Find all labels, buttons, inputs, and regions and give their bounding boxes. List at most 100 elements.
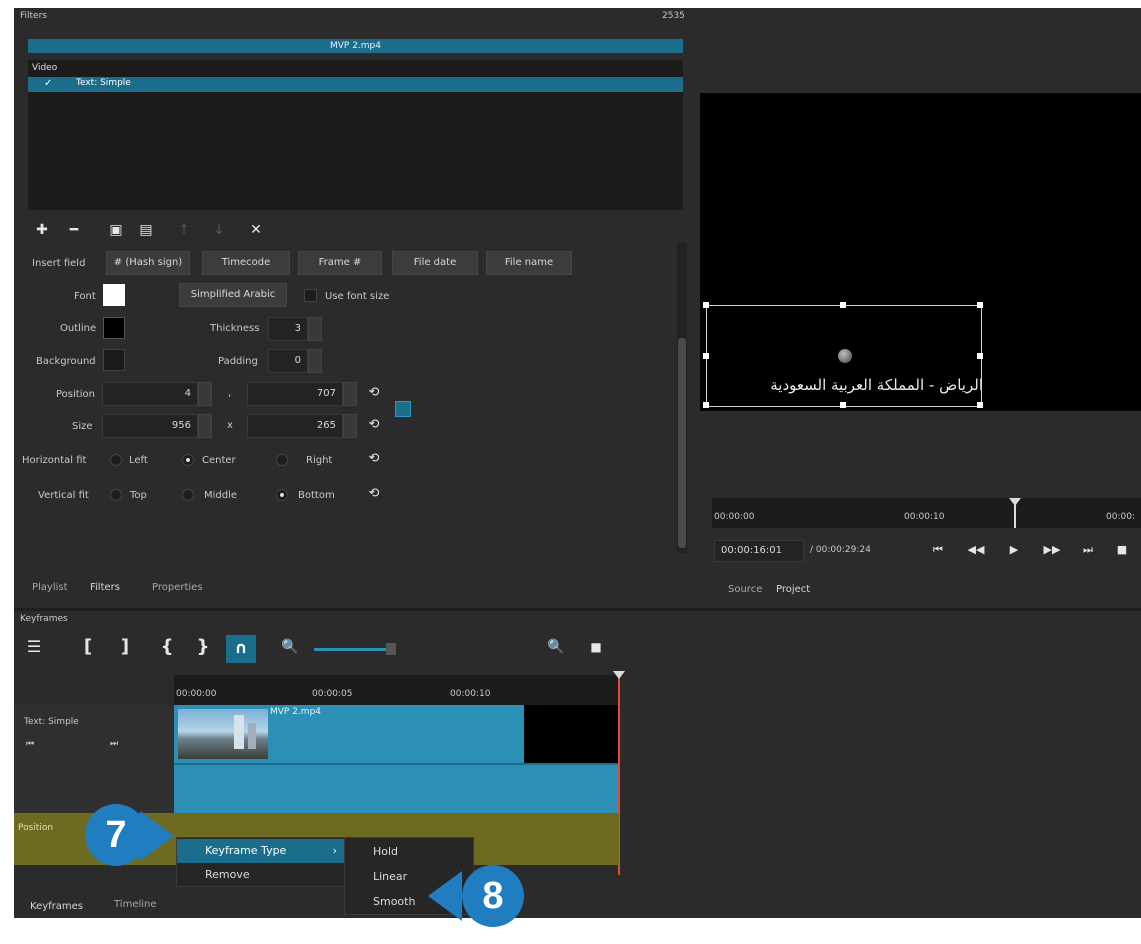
position-reset-icon[interactable]: ⟲ (366, 385, 382, 401)
zoom-in-icon[interactable]: 🔍 (546, 637, 566, 657)
padding-spinner[interactable] (308, 349, 322, 373)
current-time-field[interactable]: 00:00:16:01 (714, 540, 804, 562)
h-left-radio[interactable] (110, 454, 122, 466)
zoom-slider[interactable] (314, 648, 394, 651)
filter-in-icon[interactable]: { (157, 637, 177, 657)
filter-item-text-simple[interactable]: ✓ Text: Simple (28, 77, 683, 92)
keyframes-title: Keyframes (20, 614, 68, 624)
filters-scrollbar[interactable] (677, 243, 687, 553)
use-font-size-checkbox[interactable] (304, 289, 317, 302)
handle-bl[interactable] (703, 402, 709, 408)
video-preview[interactable]: الرياض - المملكة العربية السعودية (700, 93, 1141, 411)
position-x-spinner[interactable] (198, 382, 212, 406)
skip-end-icon[interactable]: ⏭ (1078, 540, 1098, 560)
handle-ml[interactable] (703, 353, 709, 359)
menu-remove[interactable]: Remove (177, 863, 345, 887)
keyframes-ruler[interactable]: 00:00:00 00:00:05 00:00:10 (174, 675, 619, 705)
filters-scrollbar-thumb[interactable] (678, 338, 686, 548)
v-middle-radio[interactable] (182, 489, 194, 501)
size-h-input[interactable]: 265 (247, 414, 343, 438)
filter-enable-checkbox[interactable]: ✓ (44, 78, 52, 89)
tab-keyframes[interactable]: Keyframes (30, 901, 83, 912)
menu-keyframe-type[interactable]: Keyframe Type › (177, 839, 345, 863)
rewind-icon[interactable]: ◀◀ (966, 540, 986, 560)
v-top-radio[interactable] (110, 489, 122, 501)
move-down-icon[interactable]: ↓ (209, 220, 229, 240)
player-ruler-label-0: 00:00:00 (714, 512, 755, 522)
font-button[interactable]: Simplified Arabic (179, 283, 287, 307)
insert-frame-button[interactable]: Frame # (298, 251, 382, 275)
skip-start-icon[interactable]: ⏮ (928, 540, 948, 560)
menu-icon[interactable]: ☰ (24, 637, 44, 657)
tab-project[interactable]: Project (776, 584, 810, 595)
thickness-input[interactable]: 3 (268, 317, 308, 341)
callout-7: 7 (85, 804, 147, 866)
use-font-size-label: Use font size (325, 291, 390, 302)
h-center-radio[interactable] (182, 454, 194, 466)
aspect-lock-icon[interactable] (395, 401, 411, 417)
size-reset-icon[interactable]: ⟲ (366, 417, 382, 433)
play-icon[interactable]: ▶ (1004, 540, 1024, 560)
h-right-radio[interactable] (276, 454, 288, 466)
snap-magnet-icon[interactable]: ∩ (226, 635, 256, 663)
filters-title: Filters (20, 11, 47, 21)
player-playhead-marker[interactable] (1009, 498, 1021, 506)
insert-timecode-button[interactable]: Timecode (202, 251, 290, 275)
center-handle-icon[interactable] (838, 349, 852, 363)
fast-forward-icon[interactable]: ▶▶ (1042, 540, 1062, 560)
size-h-spinner[interactable] (343, 414, 357, 438)
position-x-input[interactable]: 4 (102, 382, 198, 406)
insert-hash-button[interactable]: # (Hash sign) (106, 251, 190, 275)
handle-br[interactable] (977, 402, 983, 408)
paste-filter-icon[interactable]: ▤ (136, 220, 156, 240)
prev-keyframe-icon[interactable]: ⏮ (26, 739, 34, 749)
h-center-label: Center (202, 455, 236, 466)
tab-playlist[interactable]: Playlist (32, 582, 68, 593)
h-fit-reset-icon[interactable]: ⟲ (366, 451, 382, 467)
deselect-icon[interactable]: ✕ (246, 220, 266, 240)
v-bottom-radio[interactable] (276, 489, 288, 501)
player-ruler[interactable]: 00:00:00 00:00:10 00:00: (712, 498, 1141, 528)
move-up-icon[interactable]: ↑ (174, 220, 194, 240)
submenu-hold[interactable]: Hold (345, 840, 473, 864)
handle-mr[interactable] (977, 353, 983, 359)
handle-tl[interactable] (703, 302, 709, 308)
remove-filter-icon[interactable]: ━ (64, 220, 84, 240)
add-filter-icon[interactable]: ✚ (32, 220, 52, 240)
filter-out-icon[interactable]: } (193, 637, 213, 657)
kf-playhead-marker[interactable] (613, 671, 625, 679)
padding-input[interactable]: 0 (268, 349, 308, 373)
clip-block[interactable]: MVP 2.mp4 (174, 705, 619, 813)
set-in-icon[interactable]: [ (78, 637, 98, 657)
font-color-swatch[interactable] (103, 284, 125, 306)
outline-color-swatch[interactable] (103, 317, 125, 339)
zoom-fit-icon[interactable]: ■ (586, 637, 606, 657)
position-y-spinner[interactable] (343, 382, 357, 406)
track-header: Text: Simple ⏮ ⏭ (14, 705, 174, 813)
insert-file-name-button[interactable]: File name (486, 251, 572, 275)
size-separator: x (227, 420, 233, 431)
tab-timeline[interactable]: Timeline (114, 899, 157, 910)
size-w-spinner[interactable] (198, 414, 212, 438)
overlay-text: الرياض - المملكة العربية السعودية (770, 376, 983, 394)
set-out-icon[interactable]: ] (115, 637, 135, 657)
tab-properties[interactable]: Properties (152, 582, 203, 593)
zoom-slider-handle[interactable] (386, 643, 396, 655)
handle-tc[interactable] (840, 302, 846, 308)
v-fit-reset-icon[interactable]: ⟲ (366, 486, 382, 502)
stop-icon[interactable]: ■ (1112, 540, 1132, 560)
handle-bc[interactable] (840, 402, 846, 408)
text-overlay-box[interactable]: الرياض - المملكة العربية السعودية (703, 302, 983, 408)
position-y-input[interactable]: 707 (247, 382, 343, 406)
zoom-out-icon[interactable]: 🔍 (280, 637, 300, 657)
tab-source[interactable]: Source (728, 584, 762, 595)
handle-tr[interactable] (977, 302, 983, 308)
background-color-swatch[interactable] (103, 349, 125, 371)
clip-divider (174, 763, 619, 765)
copy-filter-icon[interactable]: ▣ (106, 220, 126, 240)
size-w-input[interactable]: 956 (102, 414, 198, 438)
insert-file-date-button[interactable]: File date (392, 251, 478, 275)
thickness-spinner[interactable] (308, 317, 322, 341)
tab-filters[interactable]: Filters (90, 582, 120, 593)
next-keyframe-icon[interactable]: ⏭ (110, 739, 118, 749)
